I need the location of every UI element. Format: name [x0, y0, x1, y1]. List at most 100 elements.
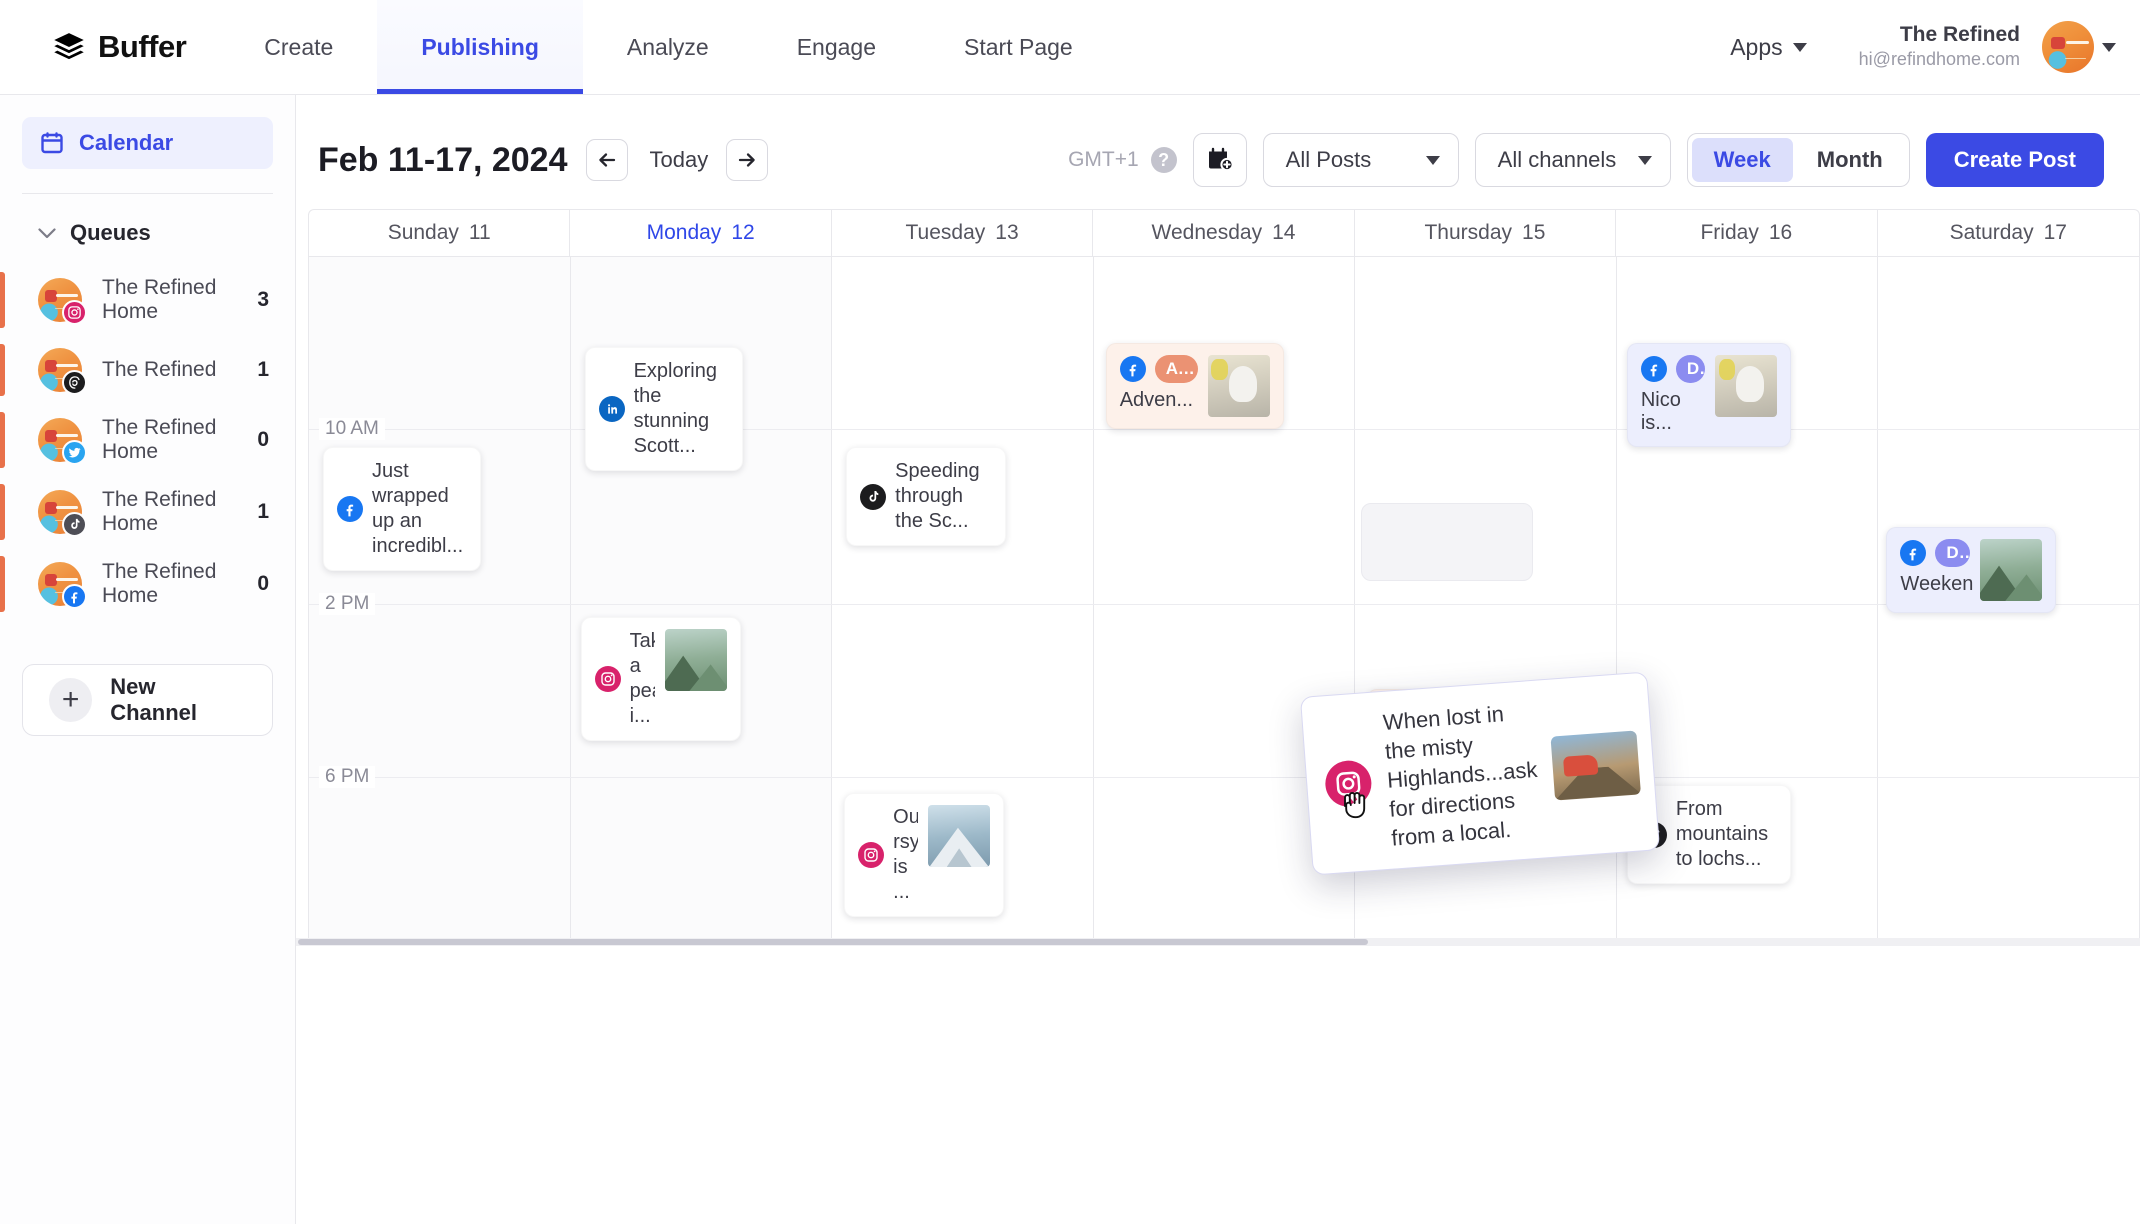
- nav-item-analyze[interactable]: Analyze: [583, 0, 753, 94]
- post-card[interactable]: Outdoo rsy is ...: [844, 793, 1005, 917]
- day-name: Tuesday: [905, 221, 986, 244]
- new-channel-button[interactable]: + New Channel: [22, 664, 273, 736]
- channel-avatar: [38, 418, 87, 465]
- today-button[interactable]: Today: [650, 147, 709, 173]
- sidebar-channel-facebook[interactable]: The Refined Home 0: [0, 548, 295, 620]
- calendar-day-headers: Sunday 11 Monday 12 Tuesday 13 Wednesday…: [308, 209, 2140, 256]
- channel-avatar: [38, 278, 87, 325]
- channel-name: The Refined Home: [102, 276, 217, 323]
- main-content: Feb 11-17, 2024 Today GMT+1 ? All Posts …: [296, 95, 2140, 1224]
- drag-drop-placeholder: [1361, 503, 1534, 581]
- day-header-friday[interactable]: Friday 16: [1616, 210, 1878, 256]
- account-email: hi@refindhome.com: [1858, 49, 2020, 70]
- create-post-button[interactable]: Create Post: [1925, 133, 2104, 187]
- sidebar-item-calendar-label: Calendar: [79, 130, 174, 155]
- chevron-down-icon: [1637, 155, 1652, 165]
- horizontal-scrollbar[interactable]: [296, 938, 2140, 946]
- post-card[interactable]: Draft Weeken: [1886, 527, 2057, 613]
- account-avatar-menu[interactable]: [2042, 21, 2116, 73]
- threads-icon: [62, 370, 87, 395]
- schedule-post-button[interactable]: [1192, 133, 1247, 187]
- post-text: Exploring the stunning Scott...: [633, 360, 717, 457]
- post-card[interactable]: Take a peak i...: [580, 617, 741, 741]
- view-mode-toggle: Week Month: [1686, 133, 1910, 187]
- arrow-left-icon: [598, 153, 615, 167]
- channel-queue-count: 0: [257, 572, 269, 595]
- new-channel-label: New Channel: [110, 674, 198, 725]
- chevron-down-icon: [1425, 155, 1440, 165]
- next-week-button[interactable]: [726, 139, 769, 181]
- nav-item-start-page[interactable]: Start Page: [920, 0, 1117, 94]
- day-header-saturday[interactable]: Saturday 17: [1878, 210, 2139, 256]
- post-card[interactable]: Exploring the stunning Scott...: [584, 347, 743, 471]
- channels-filter-value: All channels: [1497, 147, 1617, 172]
- brand-name: Buffer: [98, 29, 187, 64]
- posts-filter-select[interactable]: All Posts: [1262, 133, 1459, 187]
- sidebar-channel-tiktok[interactable]: The Refined Home 1: [0, 476, 295, 548]
- channel-name: The Refined Home: [102, 416, 217, 463]
- nav-item-publishing[interactable]: Publishing: [377, 0, 583, 94]
- day-number: 16: [1768, 221, 1793, 244]
- twitter-icon: [62, 440, 87, 465]
- day-name: Friday: [1700, 221, 1759, 244]
- account-info[interactable]: The Refined hi@refindhome.com: [1837, 22, 2042, 72]
- day-header-thursday[interactable]: Thursday 15: [1355, 210, 1617, 256]
- calendar-toolbar: Feb 11-17, 2024 Today GMT+1 ? All Posts …: [296, 95, 2140, 209]
- sidebar-channel-threads[interactable]: The Refined 1: [0, 336, 295, 404]
- scrollbar-thumb[interactable]: [298, 939, 1368, 945]
- channel-queue-count: 3: [257, 288, 269, 311]
- view-mode-week[interactable]: Week: [1691, 138, 1793, 182]
- facebook-icon: [1640, 356, 1667, 382]
- sidebar-channel-twitter[interactable]: The Refined Home 0: [0, 404, 295, 476]
- channels-filter-select[interactable]: All channels: [1474, 133, 1671, 187]
- day-number: 11: [468, 221, 491, 244]
- day-header-tuesday[interactable]: Tuesday 13: [832, 210, 1094, 256]
- calendar: Sunday 11 Monday 12 Tuesday 13 Wednesday…: [296, 209, 2140, 946]
- sidebar-item-calendar[interactable]: Calendar: [22, 117, 273, 169]
- channel-queue-count: 0: [257, 428, 269, 451]
- day-name: Thursday: [1424, 221, 1513, 244]
- day-number: 15: [1522, 221, 1546, 244]
- queues-section-toggle[interactable]: Queues: [0, 194, 295, 246]
- sidebar: Calendar Queues The Refined Home 3 The R…: [0, 95, 296, 1224]
- day-header-sunday[interactable]: Sunday 11: [309, 210, 571, 256]
- post-thumbnail: [1980, 539, 2043, 601]
- channel-name: The Refined Home: [102, 560, 217, 607]
- post-text: From mountains to lochs...: [1675, 798, 1769, 870]
- post-text: Adven...: [1119, 389, 1194, 411]
- hour-gridline: [309, 777, 2140, 778]
- tiktok-icon: [860, 483, 887, 510]
- day-header-monday[interactable]: Monday 12: [570, 210, 832, 256]
- dragged-post-card[interactable]: When lost in the misty Highlands...ask f…: [1299, 671, 1661, 876]
- post-thumbnail: [1207, 355, 1270, 417]
- post-card[interactable]: Draft Nico is...: [1626, 343, 1791, 447]
- day-name: Monday: [646, 221, 722, 244]
- hour-label-10am: 10 AM: [319, 418, 385, 440]
- buffer-layers-icon: [54, 33, 84, 60]
- day-number: 12: [731, 221, 755, 244]
- nav-item-create[interactable]: Create: [220, 0, 377, 94]
- nav-item-engage[interactable]: Engage: [753, 0, 920, 94]
- hour-label-2pm: 2 PM: [319, 593, 376, 615]
- post-card[interactable]: Speeding through the Sc...: [846, 447, 1007, 546]
- day-header-wednesday[interactable]: Wednesday 14: [1093, 210, 1355, 256]
- post-card[interactable]: Just wrapped up an incredibl...: [323, 447, 481, 571]
- main-nav-items: Create Publishing Analyze Engage Start P…: [220, 0, 1116, 94]
- apps-menu-button[interactable]: Apps: [1700, 34, 1836, 61]
- channel-avatar: [38, 562, 87, 609]
- help-icon[interactable]: ?: [1150, 147, 1177, 173]
- timezone-label: GMT+1: [1068, 148, 1139, 171]
- day-name: Saturday: [1949, 221, 2034, 244]
- post-card[interactable]: Awaiti... Adven...: [1105, 343, 1284, 429]
- channel-avatar: [38, 490, 87, 537]
- toolbar-right-cluster: GMT+1 ? All Posts All channels Week Mont…: [1068, 133, 2104, 187]
- tiktok-icon: [62, 512, 87, 537]
- buffer-logo[interactable]: Buffer: [0, 0, 220, 94]
- previous-week-button[interactable]: [585, 139, 628, 181]
- view-mode-month[interactable]: Month: [1795, 138, 1905, 182]
- post-text: Outdoo rsy is ...: [893, 806, 919, 903]
- day-number: 13: [995, 221, 1019, 244]
- sidebar-channel-instagram[interactable]: The Refined Home 3: [0, 264, 295, 336]
- arrow-right-icon: [739, 153, 755, 167]
- top-navigation-bar: Buffer Create Publishing Analyze Engage …: [0, 0, 2140, 95]
